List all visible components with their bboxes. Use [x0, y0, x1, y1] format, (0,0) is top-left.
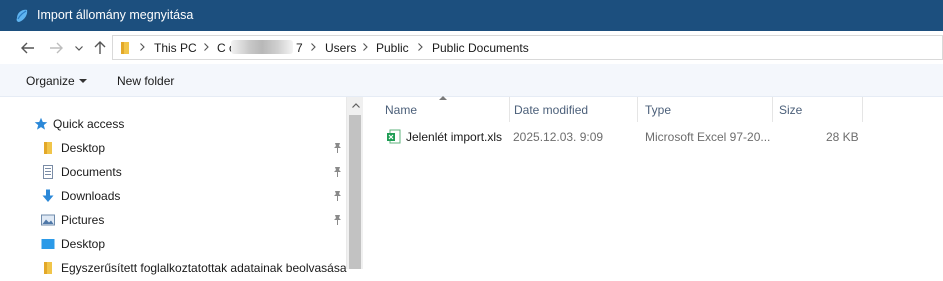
pictures-icon [41, 214, 55, 226]
nav-item-label: Pictures [61, 213, 105, 227]
redacted-region [231, 40, 293, 54]
scroll-thumb[interactable] [349, 115, 361, 269]
folder-icon [121, 42, 129, 54]
pin-icon[interactable] [333, 190, 342, 201]
chevron-right-icon [204, 43, 209, 51]
nav-item-desktop[interactable]: Desktop [0, 137, 345, 161]
recent-locations-button[interactable] [70, 39, 88, 57]
folder-icon [44, 262, 52, 274]
breadcrumb-public-documents[interactable]: Public Documents [432, 41, 529, 55]
back-arrow-icon [21, 42, 34, 54]
nav-item-label: Egyszerűsített foglalkoztatottak adatain… [61, 261, 347, 275]
address-bar[interactable]: This PC C on K 7 Users Public Public Doc… [112, 35, 943, 60]
folder-icon [44, 142, 52, 154]
new-folder-button[interactable]: New folder [117, 74, 174, 88]
star-icon [34, 117, 48, 130]
chevron-up-icon [351, 103, 360, 108]
column-header-label: Date modified [514, 103, 589, 117]
nav-item-label: Desktop [61, 141, 106, 155]
file-row[interactable]: Jelenlét import.xls 2025.12.03. 9:09 Mic… [379, 126, 869, 148]
nav-item-label: Documents [61, 165, 122, 179]
download-icon [42, 189, 54, 202]
breadcrumb-users[interactable]: Users [325, 41, 356, 55]
nav-item-label: Quick access [53, 117, 125, 131]
chevron-down-icon [79, 79, 87, 83]
pin-icon[interactable] [333, 142, 342, 153]
column-header-label: Name [385, 103, 418, 117]
back-button[interactable] [19, 39, 37, 57]
chevron-right-icon [140, 43, 145, 51]
app-icon [16, 9, 28, 22]
navigation-pane: Quick access Desktop Documents Downloads [0, 97, 364, 275]
column-header-label: Type [645, 103, 672, 117]
column-header-label: Size [779, 103, 803, 117]
file-name: Jelenlét import.xls [406, 130, 503, 144]
file-type: Microsoft Excel 97-20... [645, 130, 771, 144]
forward-arrow-icon [50, 42, 63, 54]
file-list: Name Date modified Type Size Jelenlét im… [364, 96, 943, 269]
pin-icon[interactable] [333, 214, 342, 225]
sort-ascending-icon [439, 96, 447, 100]
chevron-right-icon [363, 43, 368, 51]
nav-item-desktop-2[interactable]: Desktop [0, 233, 345, 257]
nav-item-label: Desktop [61, 237, 106, 251]
breadcrumb-public[interactable]: Public [376, 41, 409, 55]
nav-item-documents[interactable]: Documents [0, 161, 345, 185]
column-header-size[interactable]: Size [773, 97, 863, 122]
chevron-down-icon [75, 45, 83, 51]
up-arrow-icon [94, 41, 106, 54]
title-bar: Import állomány megnyitása [0, 0, 943, 31]
pin-icon[interactable] [333, 166, 342, 177]
nav-item-folder[interactable]: Egyszerűsített foglalkoztatottak adatain… [0, 257, 347, 281]
navigation-scrollbar[interactable] [346, 97, 363, 269]
address-row: This PC C on K 7 Users Public Public Doc… [0, 31, 943, 64]
organize-button[interactable]: Organize [26, 74, 75, 88]
nav-item-label: Downloads [61, 189, 121, 203]
excel-file-icon [387, 129, 401, 144]
file-size: 28 KB [826, 130, 859, 144]
scroll-up-button[interactable] [347, 97, 364, 114]
column-header-name[interactable]: Name [364, 96, 510, 122]
file-date: 2025.12.03. 9:09 [513, 130, 604, 144]
nav-item-downloads[interactable]: Downloads [0, 185, 345, 209]
command-toolbar: Organize New folder [0, 64, 943, 97]
window-title: Import állomány megnyitása [37, 8, 194, 22]
chevron-right-icon [311, 43, 316, 51]
breadcrumb-this-pc[interactable]: This PC [154, 41, 197, 55]
chevron-right-icon [418, 43, 423, 51]
breadcrumb-drive-suffix: 7 [296, 41, 303, 55]
nav-item-quick-access[interactable]: Quick access [0, 113, 345, 137]
column-header-type[interactable]: Type [638, 97, 773, 122]
up-button[interactable] [91, 39, 109, 57]
column-header-date[interactable]: Date modified [510, 97, 638, 122]
nav-item-pictures[interactable]: Pictures [0, 209, 345, 233]
documents-icon [43, 165, 53, 179]
desktop-icon [41, 239, 55, 249]
forward-button[interactable] [47, 39, 65, 57]
